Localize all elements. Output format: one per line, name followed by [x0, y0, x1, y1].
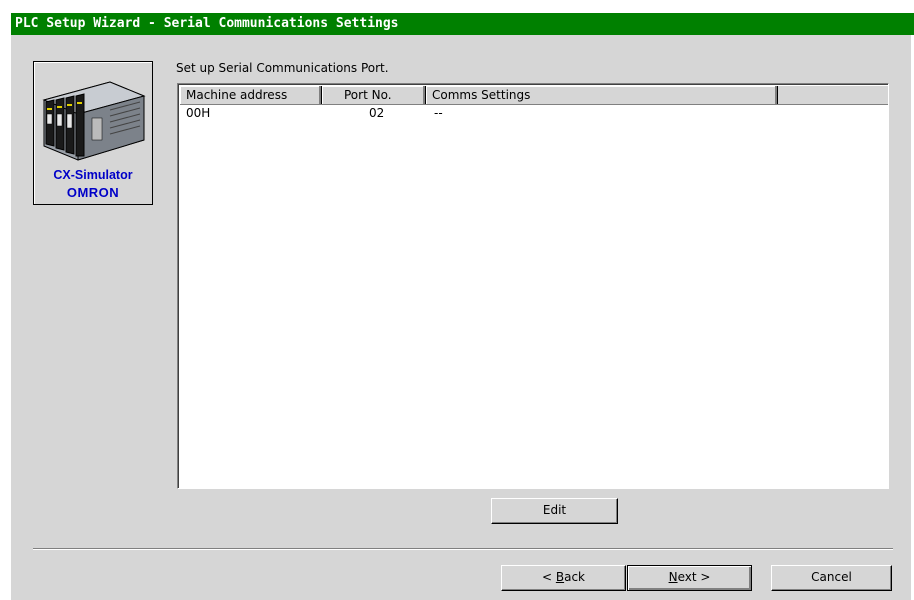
column-header-comms-settings[interactable]: Comms Settings — [426, 86, 778, 104]
wizard-window: PLC Setup Wizard - Serial Communications… — [10, 12, 914, 600]
instruction-text: Set up Serial Communications Port. — [176, 61, 389, 75]
back-button-prefix: < — [541, 570, 556, 584]
back-button-label: ack — [564, 570, 585, 584]
plc-rack-icon — [42, 81, 146, 161]
cell-comms-settings: -- — [434, 106, 443, 120]
cancel-button[interactable]: Cancel — [771, 565, 892, 591]
serial-ports-listview[interactable]: Machine address Port No. Comms Settings … — [177, 83, 889, 489]
next-button-label: ext > — [677, 570, 711, 584]
column-header-port-no[interactable]: Port No. — [322, 86, 426, 104]
next-button[interactable]: Next > — [627, 565, 752, 591]
column-header-machine-address[interactable]: Machine address — [180, 86, 322, 104]
table-row[interactable]: 00H 02 -- — [180, 106, 888, 120]
back-button[interactable]: < Back — [501, 565, 626, 591]
title-bar[interactable]: PLC Setup Wizard - Serial Communications… — [11, 13, 914, 35]
list-header: Machine address Port No. Comms Settings — [180, 86, 888, 105]
cell-machine-address: 00H — [186, 106, 211, 120]
cancel-button-label: Cancel — [811, 570, 852, 584]
separator-line — [33, 548, 893, 550]
brand-name: OMRON — [66, 185, 120, 200]
edit-button-label: Edit — [542, 503, 567, 517]
back-button-hotkey: B — [555, 570, 565, 584]
cell-port-no: 02 — [369, 106, 385, 120]
cx-simulator-logo: CX-Simulator OMRON — [33, 61, 153, 205]
next-button-hotkey: N — [668, 570, 678, 584]
window-title: PLC Setup Wizard - Serial Communications… — [15, 16, 399, 31]
edit-button[interactable]: Edit — [491, 498, 618, 524]
product-name: CX-Simulator — [53, 168, 133, 182]
